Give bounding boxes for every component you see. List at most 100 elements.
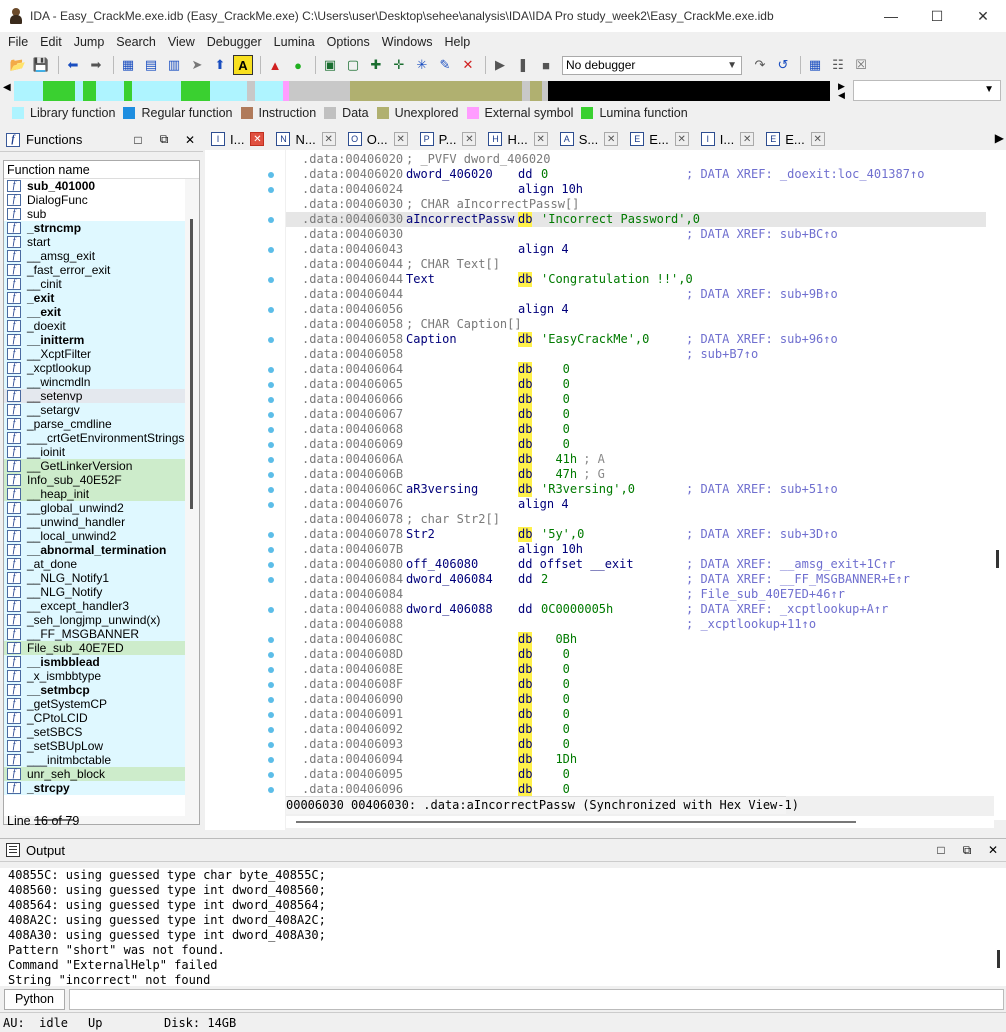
- function-row[interactable]: f __initterm: [4, 333, 186, 347]
- patch-icon[interactable]: ✳: [412, 55, 432, 75]
- close-panel-icon[interactable]: ✕: [177, 133, 203, 147]
- disasm-line[interactable]: .data:00406024 align 10h: [286, 182, 986, 197]
- function-row[interactable]: f _seh_longjmp_unwind(x): [4, 613, 186, 627]
- function-row[interactable]: f __abnormal_termination: [4, 543, 186, 557]
- breakpoint-dot[interactable]: [268, 577, 274, 583]
- tab-close-icon[interactable]: ✕: [810, 132, 825, 146]
- nav-zoom-arrows-icon[interactable]: ▶ ◀: [838, 82, 845, 100]
- breakpoint-dot[interactable]: [268, 247, 274, 253]
- breakpoint-dot[interactable]: [268, 607, 274, 613]
- disasm-line[interactable]: .data:00406069 db 0: [286, 437, 986, 452]
- disasm-line[interactable]: .data:0040606A db 41h ; A: [286, 452, 986, 467]
- function-row[interactable]: f __global_unwind2: [4, 501, 186, 515]
- open-file-icon[interactable]: 📂: [8, 55, 28, 75]
- disasm-line[interactable]: .data:00406094 db 1Dh: [286, 752, 986, 767]
- breakpoint-dot[interactable]: [268, 787, 274, 793]
- nav-combo[interactable]: ▼: [853, 80, 1001, 101]
- disasm-line[interactable]: .data:00406096 db 0: [286, 782, 986, 796]
- menu-windows[interactable]: Windows: [378, 35, 438, 49]
- function-row[interactable]: f __setenvp: [4, 389, 186, 403]
- function-row[interactable]: f Info_sub_40E52F: [4, 473, 186, 487]
- function-row[interactable]: f __setmbcp: [4, 683, 186, 697]
- minimize-panel-icon[interactable]: □: [928, 843, 954, 857]
- tab-close-icon[interactable]: ✕: [604, 132, 619, 146]
- disasm-line[interactable]: .data:00406064 db 0: [286, 362, 986, 377]
- close-button[interactable]: ✕: [960, 0, 1006, 32]
- view-tab[interactable]: N N... ✕: [270, 128, 339, 150]
- breakpoint-dot[interactable]: [268, 772, 274, 778]
- forward-arrow-icon[interactable]: ➡: [86, 55, 106, 75]
- navigation-band[interactable]: [14, 81, 830, 101]
- function-row[interactable]: f File_sub_40E7ED: [4, 641, 186, 655]
- function-row[interactable]: f _fast_error_exit: [4, 263, 186, 277]
- run-icon[interactable]: ▶: [490, 55, 510, 75]
- disasm-line[interactable]: .data:00406080 off_406080 dd offset __exit…: [286, 557, 986, 572]
- function-row[interactable]: f _strncmp: [4, 221, 186, 235]
- disasm-line[interactable]: .data:00406090 db 0: [286, 692, 986, 707]
- disasm-line[interactable]: .data:0040607B align 10h: [286, 542, 986, 557]
- breakpoint-dot[interactable]: [268, 487, 274, 493]
- function-row[interactable]: f _x_ismbbtype: [4, 669, 186, 683]
- disasm-line[interactable]: .data:00406084 ; File_sub_40E7ED+46↑r: [286, 587, 986, 602]
- float-panel-icon[interactable]: ⧉: [954, 843, 980, 858]
- menu-jump[interactable]: Jump: [70, 35, 110, 49]
- view-tab[interactable]: H H... ✕: [482, 128, 551, 150]
- function-row[interactable]: f __XcptFilter: [4, 347, 186, 361]
- add-plus-icon[interactable]: ✛: [389, 55, 409, 75]
- function-row[interactable]: f __unwind_handler: [4, 515, 186, 529]
- output-text[interactable]: 40855C: using guessed type char byte_408…: [0, 868, 1006, 986]
- view-tab[interactable]: A S... ✕: [554, 128, 623, 150]
- disasm-line[interactable]: .data:00406078 Str2 db '5y',0 ; DATA XREF: s…: [286, 527, 986, 542]
- add-enum-icon[interactable]: ▢: [343, 55, 363, 75]
- function-row[interactable]: f __ioinit: [4, 445, 186, 459]
- menu-help[interactable]: Help: [440, 35, 475, 49]
- disasm-scrollbar[interactable]: [994, 150, 1006, 820]
- disasm-line[interactable]: .data:00406020; _PVFV dword_406020: [286, 152, 986, 167]
- float-panel-icon[interactable]: ⧉: [151, 132, 177, 147]
- breakpoint-dot[interactable]: [268, 472, 274, 478]
- function-row[interactable]: f _CPtoLCID: [4, 711, 186, 725]
- functions-scrollbar[interactable]: [185, 179, 199, 824]
- function-row[interactable]: f __NLG_Notify1: [4, 571, 186, 585]
- stop-icon[interactable]: ■: [536, 55, 556, 75]
- breakpoint-dot[interactable]: [268, 187, 274, 193]
- breakpoint-dot[interactable]: [268, 412, 274, 418]
- menu-options[interactable]: Options: [323, 35, 375, 49]
- tabs-scroll-right-icon[interactable]: ▶: [995, 131, 1004, 145]
- breakpoint-dot[interactable]: [268, 712, 274, 718]
- disasm-line[interactable]: .data:00406078; char Str2[]: [286, 512, 986, 527]
- menu-search[interactable]: Search: [112, 35, 161, 49]
- breakpoint-dot[interactable]: [268, 727, 274, 733]
- disasm-line[interactable]: .data:00406088 ; _xcptlookup+11↑o: [286, 617, 986, 632]
- close-panel-icon[interactable]: ✕: [980, 843, 1006, 857]
- disassembly-view[interactable]: .data:00406020; _PVFV dword_406020 .data:…: [286, 150, 994, 796]
- breakpoint-dot[interactable]: [268, 307, 274, 313]
- function-row[interactable]: f _doexit: [4, 319, 186, 333]
- step-into-icon[interactable]: ↷: [750, 55, 770, 75]
- immediate-search-icon[interactable]: ▥: [164, 55, 184, 75]
- green-circle-icon[interactable]: ●: [288, 55, 308, 75]
- function-row[interactable]: f start: [4, 235, 186, 249]
- edit-icon[interactable]: ✎: [435, 55, 455, 75]
- disasm-line[interactable]: .data:00406044; CHAR Text[]: [286, 257, 986, 272]
- add-member-icon[interactable]: ✚: [366, 55, 386, 75]
- delete-x-icon[interactable]: ✕: [458, 55, 478, 75]
- function-row[interactable]: f __wincmdln: [4, 375, 186, 389]
- binary-search-icon[interactable]: ▦: [118, 55, 138, 75]
- function-row[interactable]: f __FF_MSGBANNER: [4, 627, 186, 641]
- minimize-panel-icon[interactable]: □: [125, 133, 151, 147]
- function-row[interactable]: f _setSBUpLow: [4, 739, 186, 753]
- disasm-line[interactable]: .data:00406030 ; DATA XREF: sub+BC↑o: [286, 227, 986, 242]
- function-row[interactable]: f __amsg_exit: [4, 249, 186, 263]
- function-row[interactable]: f __except_handler3: [4, 599, 186, 613]
- string-a-icon[interactable]: A: [233, 55, 253, 75]
- nav-left-arrow-icon[interactable]: ◀: [3, 82, 11, 93]
- disasm-line[interactable]: .data:00406020 dword_406020 dd 0 ; DATA XREF…: [286, 167, 986, 182]
- back-arrow-icon[interactable]: ⬅: [63, 55, 83, 75]
- step-over-icon[interactable]: ↺: [773, 55, 793, 75]
- breakpoint-dot[interactable]: [268, 457, 274, 463]
- tab-close-icon[interactable]: ✕: [250, 132, 265, 146]
- function-row[interactable]: f DialogFunc: [4, 193, 186, 207]
- breakpoint-dot[interactable]: [268, 397, 274, 403]
- tab-close-icon[interactable]: ✕: [462, 132, 477, 146]
